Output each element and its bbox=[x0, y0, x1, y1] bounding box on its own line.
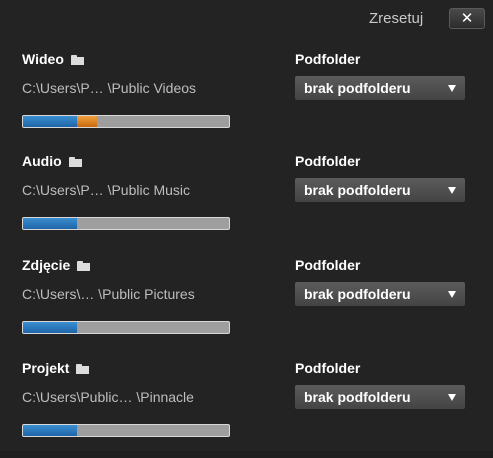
photo-subfolder-value: brak podfolderu bbox=[304, 286, 411, 302]
project-subfolder-value: brak podfolderu bbox=[304, 389, 411, 405]
video-label: Wideo bbox=[22, 51, 64, 67]
audio-path: C:\Users\P… \Public Music bbox=[22, 182, 191, 198]
project-label: Projekt bbox=[22, 360, 70, 376]
video-subfolder-value: brak podfolderu bbox=[304, 80, 411, 96]
project-subfolder-select[interactable]: brak podfolderu bbox=[295, 385, 465, 409]
audio-usage-fill bbox=[23, 218, 77, 229]
photo-usage-bar bbox=[22, 321, 230, 334]
audio-subfolder-select[interactable]: brak podfolderu bbox=[295, 178, 465, 202]
folder-icon[interactable] bbox=[76, 363, 90, 374]
photo-label-row: Zdjęcie bbox=[22, 255, 91, 275]
video-location-section: Wideo C:\Users\P… \Public Videos Podfold… bbox=[0, 49, 493, 149]
video-path: C:\Users\P… \Public Videos bbox=[22, 80, 197, 96]
video-label-row: Wideo bbox=[22, 49, 84, 69]
project-path: C:\Users\Public… \Pinnacle bbox=[22, 389, 194, 405]
chevron-down-icon bbox=[448, 393, 456, 401]
audio-label: Audio bbox=[22, 153, 62, 169]
audio-location-section: Audio C:\Users\P… \Public Music Podfolde… bbox=[0, 151, 493, 251]
photo-location-section: Zdjęcie C:\Users\… \Public Pictures Podf… bbox=[0, 255, 493, 355]
photo-label: Zdjęcie bbox=[22, 257, 71, 273]
photo-subfolder-label: Podfolder bbox=[295, 257, 361, 273]
close-icon: ✕ bbox=[460, 9, 474, 27]
video-usage-bar bbox=[22, 115, 230, 128]
photo-subfolder-select[interactable]: brak podfolderu bbox=[295, 282, 465, 306]
photo-usage-fill bbox=[23, 322, 77, 333]
video-subfolder-select[interactable]: brak podfolderu bbox=[295, 76, 465, 100]
audio-usage-bar bbox=[22, 217, 230, 230]
video-subfolder-label: Podfolder bbox=[295, 51, 361, 67]
folder-icon[interactable] bbox=[70, 54, 84, 65]
project-subfolder-label: Podfolder bbox=[295, 360, 361, 376]
photo-path: C:\Users\… \Public Pictures bbox=[22, 286, 195, 302]
video-usage-fill-secondary bbox=[76, 116, 98, 127]
project-location-section: Projekt C:\Users\Public… \Pinnacle Podfo… bbox=[0, 358, 493, 458]
chevron-down-icon bbox=[448, 186, 456, 194]
video-usage-fill bbox=[23, 116, 77, 127]
project-usage-bar bbox=[22, 424, 230, 437]
chevron-down-icon bbox=[448, 290, 456, 298]
close-button[interactable]: ✕ bbox=[449, 8, 485, 29]
project-usage-fill bbox=[23, 425, 77, 436]
storage-settings-panel: Zresetuj ✕ Wideo C:\Users\P… \Public Vid… bbox=[0, 0, 493, 451]
folder-icon[interactable] bbox=[68, 156, 82, 167]
audio-label-row: Audio bbox=[22, 151, 82, 171]
project-label-row: Projekt bbox=[22, 358, 90, 378]
audio-subfolder-label: Podfolder bbox=[295, 153, 361, 169]
reset-button[interactable]: Zresetuj bbox=[369, 10, 423, 27]
chevron-down-icon bbox=[448, 84, 456, 92]
audio-subfolder-value: brak podfolderu bbox=[304, 182, 411, 198]
folder-icon[interactable] bbox=[77, 260, 91, 271]
